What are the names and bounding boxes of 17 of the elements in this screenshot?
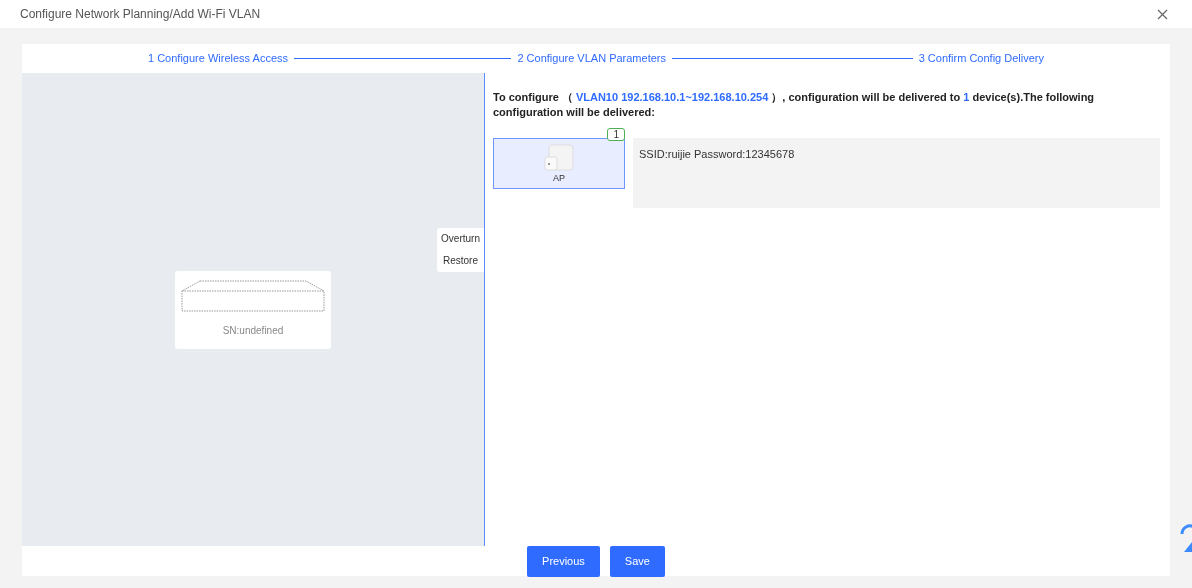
device-label: SN:undefined	[222, 323, 284, 338]
step-label: 1 Configure Wireless Access	[148, 51, 288, 67]
device-tile[interactable]: AP	[493, 138, 625, 189]
device-tile-label: AP	[553, 172, 565, 185]
footer-button[interactable]: Previous	[527, 545, 600, 577]
switch-icon	[180, 278, 326, 313]
canvas-action[interactable]: Restore	[443, 254, 478, 268]
footer-button[interactable]: Save	[609, 545, 665, 577]
config-preview: SSID:ruijie Password:12345678	[633, 138, 1160, 208]
close-icon[interactable]	[1157, 8, 1168, 20]
delivery-summary: To configure （ VLAN10 192.168.10.1~192.168.10.254 ）, configuration will be delivered to 1 device(s).The following configuration will be delivered:	[493, 90, 1096, 120]
count-badge: 1	[607, 128, 625, 141]
canvas-action[interactable]: Overturn	[441, 232, 480, 246]
window-title: Configure Network Planning/Add Wi-Fi VLAN	[20, 6, 261, 23]
step-label: 2 Configure VLAN Parameters	[517, 51, 666, 67]
step-label: 3 Confirm Config Delivery	[918, 51, 1044, 67]
access-point-icon	[544, 142, 574, 172]
